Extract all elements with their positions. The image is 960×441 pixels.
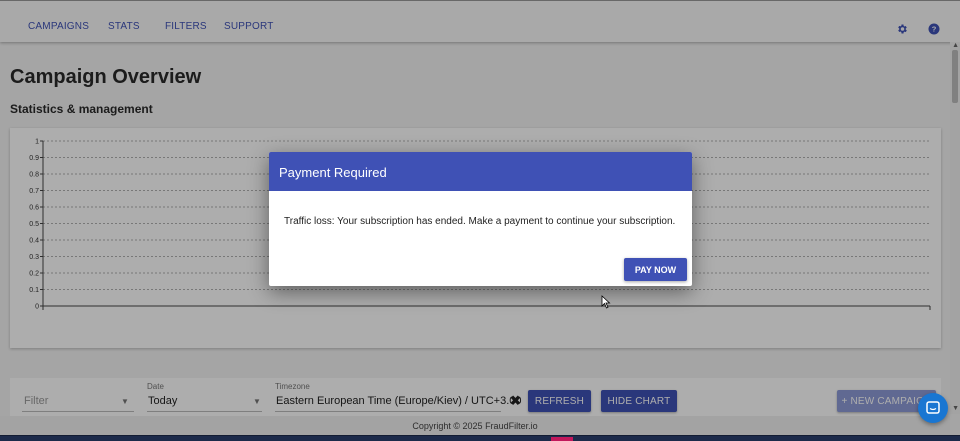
payment-dialog: Payment Required Traffic loss: Your subs… xyxy=(269,152,692,286)
dialog-title: Payment Required xyxy=(269,152,692,191)
pay-now-button[interactable]: PAY NOW xyxy=(624,258,687,281)
chat-icon xyxy=(926,401,940,414)
mouse-cursor-icon xyxy=(601,295,611,309)
chat-widget-button[interactable] xyxy=(918,393,948,423)
taskbar-app-item[interactable] xyxy=(551,437,573,441)
dialog-message: Traffic loss: Your subscription has ende… xyxy=(284,216,676,227)
